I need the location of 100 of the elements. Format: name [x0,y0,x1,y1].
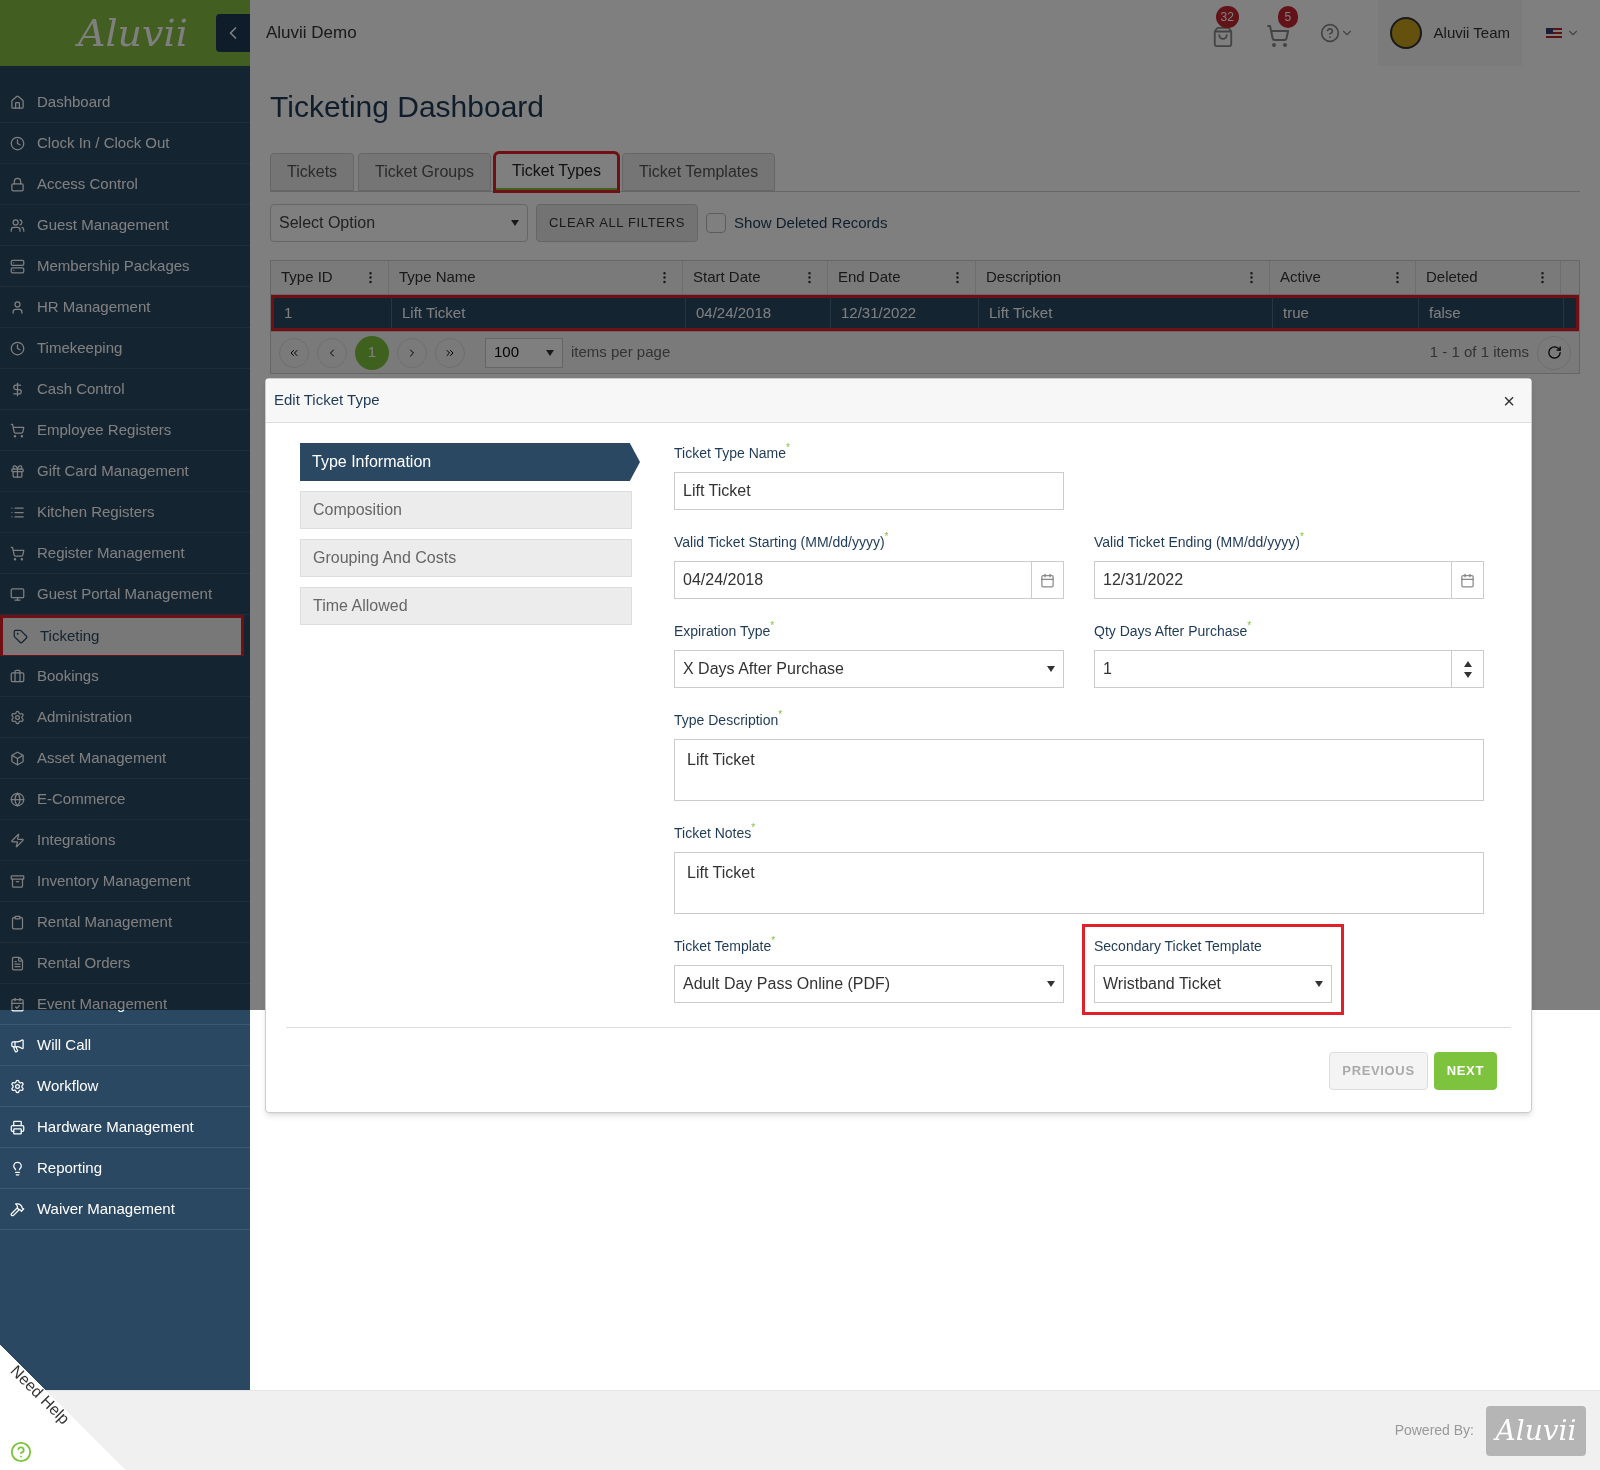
table-cell: 12/31/2022 [831,298,979,328]
sidebar-item[interactable]: Rental Management [0,902,250,943]
sidebar-item[interactable]: Reporting [0,1148,250,1189]
language-menu[interactable] [1546,26,1580,40]
lock-icon [10,176,25,192]
bag-icon[interactable] [1211,26,1234,48]
lightning-icon [10,832,25,848]
text-area[interactable]: Lift Ticket [674,852,1484,914]
sidebar-item[interactable]: Waiver Management [0,1189,250,1230]
close-button[interactable]: × [1503,385,1515,416]
notification-badge: 32 [1215,6,1239,28]
field-label: Ticket Type Name [674,445,787,463]
cart-icon [10,422,25,438]
clear-filters-button[interactable]: CLEAR ALL FILTERS [536,204,699,242]
field-label: Ticket Template [674,938,772,956]
sidebar-item[interactable]: HR Management [0,287,250,328]
column-header[interactable]: Start Date [683,261,828,294]
help-menu[interactable] [1319,23,1354,43]
column-header[interactable]: Type ID [271,261,389,294]
document-icon [10,955,25,971]
sidebar-item[interactable]: Gift Card Management [0,451,250,492]
monitor-icon [10,586,25,602]
pager-summary: 1 - 1 of 1 items [1429,342,1529,363]
sidebar-item[interactable]: Rental Orders [0,943,250,984]
sidebar-item[interactable]: Guest Management [0,205,250,246]
sidebar-item[interactable]: Will Call [0,1025,250,1066]
required-mark: * [770,621,775,633]
sidebar-item[interactable]: Timekeeping [0,328,250,369]
tab[interactable]: Ticket Groups [358,153,492,191]
user-menu[interactable]: Aluvii Team [1377,0,1522,66]
home-icon [10,94,25,110]
wizard-step[interactable]: Composition [300,491,632,529]
box-icon [10,750,25,766]
text-area[interactable]: Lift Ticket [674,739,1484,801]
calendar-icon[interactable] [1460,572,1475,588]
dropdown-arrow-icon [1047,981,1055,987]
field-label: Type Description [674,712,779,730]
sidebar-item[interactable]: Ticketing [0,615,244,656]
cart-icon[interactable] [1265,24,1290,48]
collapse-button[interactable] [216,14,250,52]
help-icon [10,1441,32,1463]
table-cell: Lift Ticket [392,298,686,328]
select-field[interactable]: Wristband Ticket [1094,965,1332,1003]
checkbox-label: Show Deleted Records [734,212,888,233]
dollar-icon [10,381,25,397]
table-cell: Lift Ticket [979,298,1273,328]
sidebar-item[interactable]: Access Control [0,164,250,205]
column-header[interactable]: Description [976,261,1270,294]
required-mark: * [1247,621,1252,633]
field-label: Expiration Type [674,623,771,641]
powered-by-label: Powered By: [1394,1421,1474,1440]
sidebar-item[interactable]: Event Management [0,984,250,1025]
sidebar-item[interactable]: Clock In / Clock Out [0,123,250,164]
date-field[interactable]: 04/24/2018 [674,561,1064,599]
tab[interactable]: Tickets [270,153,355,191]
sidebar-item[interactable]: Workflow [0,1066,250,1107]
date-field[interactable]: 12/31/2022 [1094,561,1484,599]
next-button[interactable]: NEXT [1433,1052,1497,1090]
wizard-step[interactable]: Time Allowed [300,587,632,625]
sidebar-item[interactable]: Bookings [0,656,250,697]
select-field[interactable]: Adult Day Pass Online (PDF) [674,965,1064,1003]
clipboard-icon [10,914,25,930]
filter-select[interactable]: Select Option [270,204,528,242]
column-header[interactable]: Deleted [1416,261,1561,294]
table-row[interactable]: 1 Lift Ticket 04/24/2018 12/31/2022 Lift Ticket true false [271,295,1579,331]
number-field[interactable]: 1 [1094,650,1484,688]
sidebar-item[interactable]: Membership Packages [0,246,250,287]
page-size-select[interactable]: 100 [485,337,563,368]
sidebar-item[interactable]: Employee Registers [0,410,250,451]
field-label: Valid Ticket Starting (MM/dd/yyyy) [674,534,885,552]
column-header[interactable]: Type Name [389,261,683,294]
table-cell: true [1273,298,1419,328]
tab[interactable]: Ticket Templates [622,153,776,191]
avatar-icon [1389,17,1422,49]
select-field[interactable]: X Days After Purchase [674,650,1064,688]
sidebar-item[interactable]: E-Commerce [0,779,250,820]
calendar-icon [10,996,25,1012]
wizard-step[interactable]: Type Information [300,443,640,481]
sidebar-item[interactable]: Inventory Management [0,861,250,902]
sidebar-item[interactable]: Cash Control [0,369,250,410]
wizard-step[interactable]: Grouping And Costs [300,539,632,577]
hammer-icon [10,1201,25,1217]
tab[interactable]: Ticket Types [495,153,618,191]
sidebar-item[interactable]: Register Management [0,533,250,574]
modal-title: Edit Ticket Type [274,390,380,411]
column-header[interactable]: End Date [828,261,976,294]
text-field[interactable]: Lift Ticket [674,472,1064,510]
sidebar-item[interactable]: Kitchen Registers [0,492,250,533]
footer-logo: Aluvii [1486,1405,1586,1456]
sidebar-item[interactable]: Asset Management [0,738,250,779]
required-mark: * [1299,532,1304,542]
refresh-icon[interactable] [1546,345,1562,360]
sidebar-item[interactable]: Integrations [0,820,250,861]
sidebar-item[interactable]: Administration [0,697,250,738]
sidebar-item[interactable]: Dashboard [0,82,250,123]
checkbox[interactable] [706,213,727,233]
sidebar-item[interactable]: Hardware Management [0,1107,250,1148]
column-header[interactable]: Active [1270,261,1416,294]
calendar-icon[interactable] [1040,572,1055,588]
help-icon[interactable] [1319,23,1340,43]
